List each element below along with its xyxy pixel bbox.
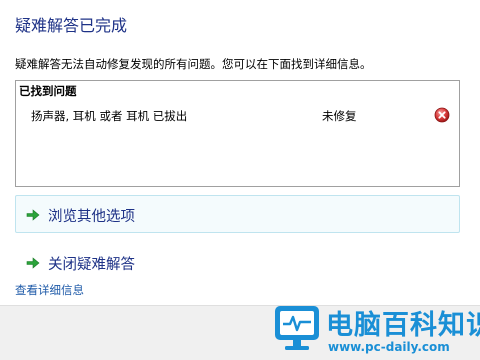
view-details-link[interactable]: 查看详细信息 [15,282,84,298]
problem-status: 未修复 [322,109,357,123]
problem-name: 扬声器, 耳机 或者 耳机 已拔出 [31,109,188,123]
problems-list: 已找到问题 扬声器, 耳机 或者 耳机 已拔出 未修复 [15,80,460,187]
watermark-title: 电脑百科知识 [326,310,480,341]
close-troubleshooter-button[interactable]: 关闭疑难解答 [15,243,460,281]
browse-options-label: 浏览其他选项 [48,209,135,225]
page-title: 疑难解答已完成 [15,16,128,35]
watermark-url: www.pc-daily.com [328,340,450,354]
monitor-logo-icon [275,306,319,350]
problem-row[interactable]: 扬声器, 耳机 或者 耳机 已拔出 未修复 [16,103,459,125]
error-icon [434,107,450,123]
green-arrow-icon [26,209,40,221]
green-arrow-icon [26,257,40,269]
watermark: 电脑百科知识 www.pc-daily.com [272,300,480,358]
close-troubleshooter-label: 关闭疑难解答 [48,257,135,273]
browse-options-button[interactable]: 浏览其他选项 [15,195,460,233]
description-text: 疑难解答无法自动修复发现的所有问题。您可以在下面找到详细信息。 [15,57,372,71]
problems-header: 已找到问题 [19,84,77,98]
